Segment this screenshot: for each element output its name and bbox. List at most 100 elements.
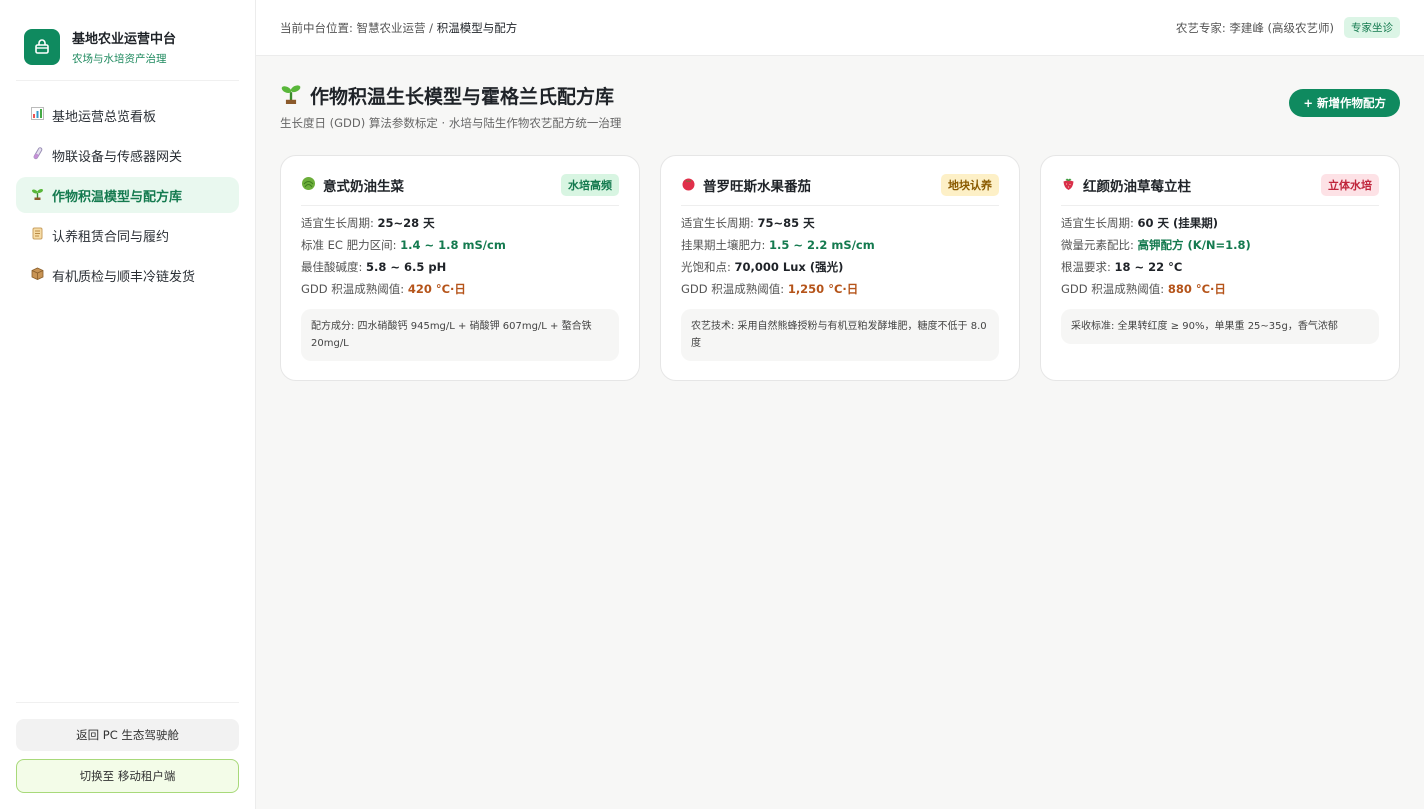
back-to-pc-button[interactable]: 返回 PC 生态驾驶舱 — [16, 719, 239, 751]
card-row: GDD 积温成熟阈值: 420 °C·日 — [301, 278, 619, 300]
card-row: 微量元素配比: 高钾配方 (K/N=1.8) — [1061, 234, 1379, 256]
sidebar-item-label: 作物积温模型与配方库 — [52, 189, 183, 205]
row-value: 60 天 (挂果期) — [1137, 216, 1219, 230]
expert-badge[interactable]: 专家坐诊 — [1344, 17, 1400, 38]
row-value: 高钾配方 (K/N=1.8) — [1137, 238, 1251, 252]
card-rows: 适宜生长周期: 75~85 天 挂果期土壤肥力: 1.5 ~ 2.2 mS/cm… — [681, 212, 999, 300]
main-area: 当前中台位置: 智慧农业运营 / 积温模型与配方 农艺专家: 李建峰 (高级农艺… — [256, 0, 1424, 809]
breadcrumb-current: 积温模型与配方 — [436, 20, 518, 35]
card-row: 最佳酸碱度: 5.8 ~ 6.5 pH — [301, 256, 619, 278]
row-label: 挂果期土壤肥力: — [681, 238, 770, 252]
row-value: 25~28 天 — [377, 216, 435, 230]
add-formula-button[interactable]: + 新增作物配方 — [1289, 89, 1400, 117]
card-name: 普罗旺斯水果番茄 — [703, 179, 811, 195]
row-label: 标准 EC 肥力区间: — [301, 238, 401, 252]
brand-title: 基地农业运营中台 — [72, 32, 177, 47]
card-title: 意式奶油生菜 — [301, 175, 404, 195]
tomato-icon — [681, 176, 696, 195]
card-header: 意式奶油生菜 水培高频 — [301, 174, 619, 206]
sidebar-item-contracts[interactable]: 认养租赁合同与履约 — [16, 217, 239, 253]
brand-subtitle: 农场与水培资产治理 — [72, 53, 167, 65]
row-value: 70,000 Lux (强光) — [734, 260, 844, 274]
card-row: 根温要求: 18 ~ 22 °C — [1061, 256, 1379, 278]
scroll-icon — [30, 227, 44, 243]
row-value: 1.5 ~ 2.2 mS/cm — [769, 238, 875, 252]
sidebar-nav: 基地运营总览看板 物联设备与传感器网关 作物积温模型与配方库 认养租赁合同与履约… — [16, 97, 239, 293]
card-row: GDD 积温成熟阈值: 880 °C·日 — [1061, 278, 1379, 300]
sidebar-item-iot[interactable]: 物联设备与传感器网关 — [16, 137, 239, 173]
breadcrumb: 当前中台位置: 智慧农业运营 / 积温模型与配方 — [280, 20, 517, 36]
card-row: 挂果期土壤肥力: 1.5 ~ 2.2 mS/cm — [681, 234, 999, 256]
row-label: 最佳酸碱度: — [301, 260, 367, 274]
card-row: 适宜生长周期: 75~85 天 — [681, 212, 999, 234]
topbar: 当前中台位置: 智慧农业运营 / 积温模型与配方 农艺专家: 李建峰 (高级农艺… — [256, 0, 1424, 56]
switch-mobile-button[interactable]: 切换至 移动租户端 — [16, 759, 239, 793]
package-icon — [30, 267, 44, 283]
card-rows: 适宜生长周期: 60 天 (挂果期) 微量元素配比: 高钾配方 (K/N=1.8… — [1061, 212, 1379, 300]
row-value: 420 °C·日 — [407, 282, 466, 296]
bar-chart-icon — [30, 107, 44, 123]
row-label: GDD 积温成熟阈值: — [1061, 282, 1168, 296]
page-header: 作物积温生长模型与霍格兰氏配方库 生长度日 (GDD) 算法参数标定 · 水培与… — [280, 80, 1400, 131]
sidebar-item-logistics[interactable]: 有机质检与顺丰冷链发货 — [16, 257, 239, 293]
card-row: 适宜生长周期: 25~28 天 — [301, 212, 619, 234]
lettuce-icon — [301, 176, 316, 195]
brand: 基地农业运营中台 农场与水培资产治理 — [16, 0, 239, 81]
sidebar-item-label: 认养租赁合同与履约 — [52, 229, 170, 245]
page-subtitle: 生长度日 (GDD) 算法参数标定 · 水培与陆生作物农艺配方统一治理 — [280, 116, 622, 130]
test-tube-icon — [30, 147, 44, 163]
row-value: 1,250 °C·日 — [787, 282, 859, 296]
card-title: 普罗旺斯水果番茄 — [681, 175, 811, 195]
card-row: 适宜生长周期: 60 天 (挂果期) — [1061, 212, 1379, 234]
card-header: 红颜奶油草莓立柱 立体水培 — [1061, 174, 1379, 206]
page-title-text: 作物积温生长模型与霍格兰氏配方库 — [310, 86, 615, 108]
card-rows: 适宜生长周期: 25~28 天 标准 EC 肥力区间: 1.4 ~ 1.8 mS… — [301, 212, 619, 300]
row-label: 适宜生长周期: — [301, 216, 378, 230]
sidebar-item-label: 物联设备与传感器网关 — [52, 149, 183, 165]
card-row: 标准 EC 肥力区间: 1.4 ~ 1.8 mS/cm — [301, 234, 619, 256]
expert-name: 农艺专家: 李建峰 (高级农艺师) — [1175, 20, 1334, 35]
expert-info: 农艺专家: 李建峰 (高级农艺师) 专家坐诊 — [1176, 17, 1400, 38]
seedling-icon — [30, 187, 44, 203]
card-row: 光饱和点: 70,000 Lux (强光) — [681, 256, 999, 278]
card-note: 农艺技术: 采用自然熊蜂授粉与有机豆粕发酵堆肥，糖度不低于 8.0 度 — [681, 309, 999, 361]
formula-cards: 意式奶油生菜 水培高频 适宜生长周期: 25~28 天 标准 EC 肥力区间: … — [280, 155, 1400, 381]
breadcrumb-separator: / — [425, 20, 437, 35]
card-note: 配方成分: 四水硝酸钙 945mg/L + 硝酸钾 607mg/L + 螯合铁 … — [301, 309, 619, 361]
card-tag: 立体水培 — [1321, 174, 1379, 196]
row-value: 75~85 天 — [757, 216, 815, 230]
card-title: 红颜奶油草莓立柱 — [1061, 175, 1191, 195]
row-label: 根温要求: — [1061, 260, 1115, 274]
sidebar-item-dashboard[interactable]: 基地运营总览看板 — [16, 97, 239, 133]
row-label: 适宜生长周期: — [681, 216, 758, 230]
sidebar-item-crop-model[interactable]: 作物积温模型与配方库 — [16, 177, 239, 213]
seedling-icon — [280, 82, 302, 109]
card-note: 采收标准: 全果转红度 ≥ 90%，单果重 25~35g，香气浓郁 — [1061, 309, 1379, 344]
sidebar-item-label: 有机质检与顺丰冷链发货 — [52, 269, 196, 285]
row-value: 5.8 ~ 6.5 pH — [366, 260, 447, 274]
content: 作物积温生长模型与霍格兰氏配方库 生长度日 (GDD) 算法参数标定 · 水培与… — [256, 56, 1424, 381]
breadcrumb-parent[interactable]: 智慧农业运营 — [357, 21, 426, 35]
brand-logo-icon — [24, 29, 60, 65]
row-value: 18 ~ 22 °C — [1114, 260, 1183, 274]
breadcrumb-prefix: 当前中台位置: — [280, 20, 357, 35]
card-name: 意式奶油生菜 — [323, 179, 404, 195]
formula-card[interactable]: 意式奶油生菜 水培高频 适宜生长周期: 25~28 天 标准 EC 肥力区间: … — [280, 155, 640, 381]
row-value: 880 °C·日 — [1167, 282, 1226, 296]
formula-card[interactable]: 普罗旺斯水果番茄 地块认养 适宜生长周期: 75~85 天 挂果期土壤肥力: 1… — [660, 155, 1020, 381]
sidebar-item-label: 基地运营总览看板 — [52, 109, 157, 125]
card-row: GDD 积温成熟阈值: 1,250 °C·日 — [681, 278, 999, 300]
card-name: 红颜奶油草莓立柱 — [1083, 179, 1191, 195]
sidebar-footer: 返回 PC 生态驾驶舱 切换至 移动租户端 — [16, 702, 239, 809]
row-label: GDD 积温成熟阈值: — [681, 282, 788, 296]
page-title: 作物积温生长模型与霍格兰氏配方库 — [280, 82, 621, 109]
row-value: 1.4 ~ 1.8 mS/cm — [400, 238, 506, 252]
card-header: 普罗旺斯水果番茄 地块认养 — [681, 174, 999, 206]
row-label: 光饱和点: — [681, 260, 735, 274]
formula-card[interactable]: 红颜奶油草莓立柱 立体水培 适宜生长周期: 60 天 (挂果期) 微量元素配比:… — [1040, 155, 1400, 381]
row-label: 微量元素配比: — [1061, 238, 1138, 252]
strawberry-icon — [1061, 176, 1076, 195]
row-label: 适宜生长周期: — [1061, 216, 1138, 230]
sidebar: 基地农业运营中台 农场与水培资产治理 基地运营总览看板 物联设备与传感器网关 作… — [0, 0, 256, 809]
card-tag: 地块认养 — [941, 174, 999, 196]
